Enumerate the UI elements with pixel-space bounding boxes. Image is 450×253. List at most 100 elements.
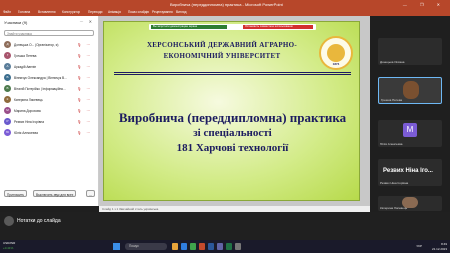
tab-slideshow[interactable]: Показ слайдів xyxy=(128,10,149,14)
participant-row[interactable]: К Катерина Лясевець 🎙 ⋯ xyxy=(4,95,94,105)
mic-muted-icon[interactable]: 🎙 ⋯ xyxy=(77,98,92,102)
avatar: В xyxy=(4,85,11,92)
slide-editor: Вы запустили демонстрацию экрана Останов… xyxy=(99,16,370,206)
avatar: Р xyxy=(4,118,11,125)
university-line-2: ЕКОНОМІЧНИЙ УНІВЕРСИТЕТ xyxy=(163,52,281,60)
slide-title-line-1: Виробнича (переддипломна) практика xyxy=(118,110,347,125)
avatar: К xyxy=(4,96,11,103)
tab-home[interactable]: Головна xyxy=(18,10,30,14)
participant-name: Віталій Потерійко | Інформаційно... xyxy=(14,87,66,91)
slide[interactable]: Вы запустили демонстрацию экрана Останов… xyxy=(103,21,360,201)
avatar: Г xyxy=(4,52,11,59)
windows-start-icon[interactable] xyxy=(113,243,120,250)
mic-muted-icon[interactable]: 🎙 ⋯ xyxy=(77,76,92,80)
tab-file[interactable]: Файл xyxy=(3,10,11,14)
participant-row[interactable]: Ю Юлія Алексеєва 🎙 ⋯ xyxy=(4,128,94,138)
teams-icon[interactable] xyxy=(217,243,223,250)
participant-row[interactable]: А Аркадій Авелін 🎙 ⋯ xyxy=(4,62,94,72)
mic-muted-icon[interactable]: 🎙 ⋯ xyxy=(77,43,92,47)
status-text: Слайд 1 з 1 Звичайний стиль українська xyxy=(102,207,159,211)
participant-row[interactable]: Р Резвих Ніна Ігорівна 🎙 ⋯ xyxy=(4,117,94,127)
tile-name: Юлія Алексеєва xyxy=(380,142,403,146)
slide-title-line-3: 181 Харчові технології xyxy=(176,142,289,154)
chrome-icon[interactable] xyxy=(190,243,196,250)
video-tile[interactable]: Грешка Петева xyxy=(378,77,442,104)
video-tile[interactable]: Катерина Лясевець xyxy=(378,196,442,211)
invite-button[interactable]: Пригласить xyxy=(4,190,28,197)
logo-emblem-icon xyxy=(327,44,345,62)
tile-name: Резвих Ніна Ігорівна xyxy=(380,181,409,185)
powerpoint-icon[interactable] xyxy=(199,243,205,250)
tile-name: Грешка Петева xyxy=(381,98,403,102)
participant-row[interactable]: В Вінничук Олександра | Вінничук В... 🎙 … xyxy=(4,73,94,83)
participant-name: Катерина Лясевець xyxy=(14,98,43,102)
tile-big-name: Резвих Ніна Іго... xyxy=(383,168,433,174)
participant-row[interactable]: В Віталій Потерійко | Інформаційно... 🎙 … xyxy=(4,84,94,94)
taskbar-search[interactable]: Пошук xyxy=(125,243,167,250)
mute-all-button[interactable]: Выключить звук для всех xyxy=(33,190,77,197)
tab-animations[interactable]: Анімація xyxy=(108,10,121,14)
mic-muted-icon[interactable]: 🎙 ⋯ xyxy=(77,54,92,58)
sharing-indicator: Вы запустили демонстрацию экрана xyxy=(151,25,227,29)
camera-icon[interactable] xyxy=(4,216,14,226)
divider xyxy=(114,72,351,73)
meeting-bar: Нотатки до слайда xyxy=(0,212,450,240)
participant-name: Юлія Алексеєва xyxy=(14,131,38,135)
edge-icon[interactable] xyxy=(181,243,187,250)
avatar: В xyxy=(4,74,11,81)
participant-name: Грешка Петева xyxy=(14,54,37,58)
participant-name: Вінничук Олександра | Вінничук В... xyxy=(14,76,67,80)
university-line-1: ХЕРСОНСЬКИЙ ДЕРЖАВНИЙ АГРАРНО- xyxy=(146,41,298,49)
window-title: Виробнича (переддипломна) практика - Mic… xyxy=(170,2,283,7)
mic-muted-icon[interactable]: 🎙 ⋯ xyxy=(77,65,92,69)
word-icon[interactable] xyxy=(208,243,214,250)
participant-row[interactable]: Д Донецька О... (Організатор, я) 🎙 ⋯ xyxy=(4,40,94,50)
participant-row[interactable]: М Марина Дорохова 🎙 ⋯ xyxy=(4,106,94,116)
tab-review[interactable]: Рецензування xyxy=(152,10,173,14)
panel-close-icon[interactable]: ⋯ ✕ xyxy=(80,19,94,24)
mic-muted-icon[interactable]: 🎙 ⋯ xyxy=(77,109,92,113)
slide-title-line-2: зі спеціальності xyxy=(193,127,272,139)
video-tile[interactable]: M Юлія Алексеєва xyxy=(378,120,442,147)
ticker-change: +0.41% xyxy=(3,245,14,250)
mic-muted-icon[interactable]: 🎙 ⋯ xyxy=(77,131,92,135)
tab-transitions[interactable]: Переходи xyxy=(88,10,102,14)
university-logo: 1874 xyxy=(319,36,353,70)
participant-photo xyxy=(403,81,419,99)
video-gallery: Донецька Оксана Грешка Петева M Юлія Але… xyxy=(370,16,450,212)
avatar: А xyxy=(4,63,11,70)
participant-name: Аркадій Авелін xyxy=(14,65,37,69)
ticker-widget[interactable]: USD/INR +0.41% xyxy=(3,241,15,250)
settings-icon[interactable] xyxy=(235,243,241,250)
participant-search-input[interactable]: Знайти учасника xyxy=(4,30,94,36)
excel-icon[interactable] xyxy=(226,243,232,250)
tab-insert[interactable]: Вставлення xyxy=(38,10,55,14)
logo-year: 1874 xyxy=(332,62,340,66)
tab-design[interactable]: Конструктор xyxy=(62,10,80,14)
stop-sharing-button[interactable]: Остановить совместное использование xyxy=(243,25,313,29)
avatar: М xyxy=(4,107,11,114)
window-controls[interactable]: — ❐ ✕ xyxy=(403,2,446,7)
more-options-button[interactable]: ⋯ xyxy=(86,190,96,197)
language-indicator[interactable]: УКР xyxy=(416,244,422,248)
tab-view[interactable]: Вигляд xyxy=(176,10,186,14)
participant-name: Донецька О... (Організатор, я) xyxy=(14,43,59,47)
ticker-pair: USD/INR xyxy=(3,241,16,245)
participant-row[interactable]: Г Грешка Петева 🎙 ⋯ xyxy=(4,51,94,61)
participant-name: Резвих Ніна Ігорівна xyxy=(14,120,44,124)
tile-name: Катерина Лясевець xyxy=(380,206,408,210)
slide-notes-caption[interactable]: Нотатки до слайда xyxy=(17,218,61,224)
participant-name: Марина Дорохова xyxy=(14,109,41,113)
mic-muted-icon[interactable]: 🎙 ⋯ xyxy=(77,87,92,91)
clock[interactable]: 8:49 21.12.2023 xyxy=(432,242,447,251)
file-explorer-icon[interactable] xyxy=(172,243,178,250)
taskbar: USD/INR +0.41% Пошук УКР 8:49 21.12.2023 xyxy=(0,240,450,253)
video-tile[interactable]: Резвих Ніна Іго... Резвих Ніна Ігорівна xyxy=(378,159,442,186)
avatar: Ю xyxy=(4,129,11,136)
mic-muted-icon[interactable]: 🎙 ⋯ xyxy=(77,120,92,124)
title-bar: Виробнича (переддипломна) практика - Mic… xyxy=(0,0,450,9)
tile-name: Донецька Оксана xyxy=(380,60,405,64)
ribbon-tabs: Файл Головна Вставлення Конструктор Пере… xyxy=(0,9,450,16)
video-tile[interactable]: Донецька Оксана xyxy=(378,38,442,65)
avatar: M xyxy=(403,123,417,137)
